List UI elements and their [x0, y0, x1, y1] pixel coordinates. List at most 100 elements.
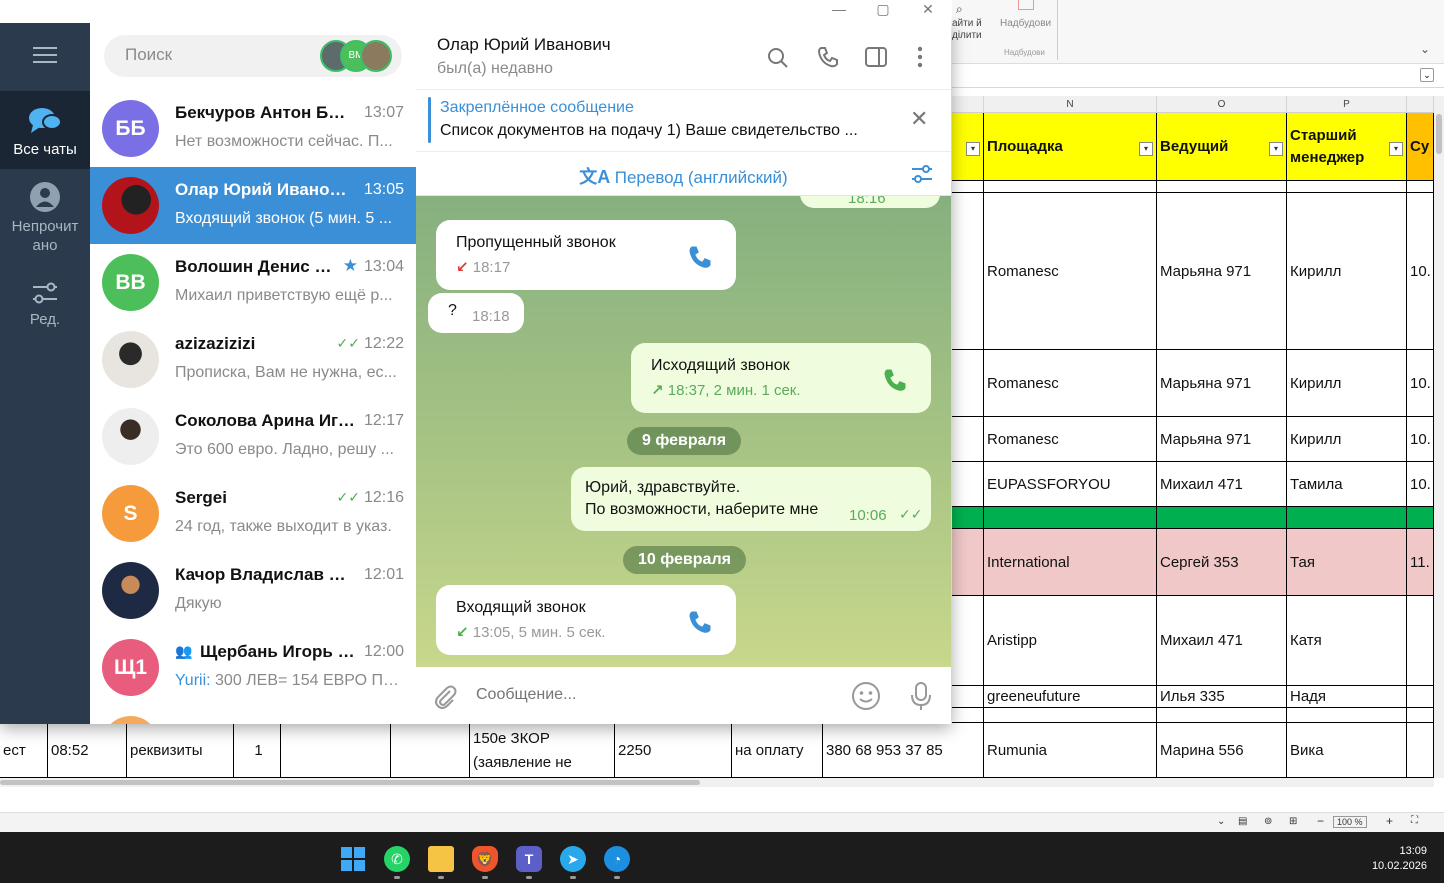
more-icon[interactable] [914, 45, 926, 69]
message-input[interactable] [476, 683, 816, 707]
cell[interactable]: 5000 ... 150е ЗКОР (заявление не [470, 723, 615, 778]
brave-icon[interactable]: 🦁 [472, 846, 498, 872]
message-bubble[interactable]: Юрий, здравствуйте. По возможности, набе… [571, 467, 931, 531]
microphone-icon[interactable] [910, 681, 932, 711]
find-select-icon[interactable]: ⌕ [956, 2, 963, 17]
cell-date[interactable] [1407, 596, 1434, 686]
page-break-icon[interactable]: ⊞ [1289, 816, 1297, 827]
cell-manager[interactable]: Надя [1287, 686, 1407, 708]
chat-item[interactable]: Соколова Арина Иго... 12:17 Это 600 евро… [90, 398, 416, 475]
cell-date[interactable]: 10. [1407, 193, 1434, 350]
folder-edit[interactable]: Ред. [0, 273, 90, 343]
stories-avatars[interactable]: ВМ [320, 39, 396, 73]
column-header-o[interactable]: O [1157, 96, 1287, 113]
windows-start-icon[interactable] [340, 846, 366, 872]
cell-host[interactable]: Илья 335 [1157, 686, 1287, 708]
filter-icon[interactable]: ▾ [1389, 142, 1403, 156]
formula-expand-icon[interactable]: ⌄ [1420, 68, 1434, 82]
cell[interactable]: Марина 556 [1157, 723, 1287, 778]
close-pinned-icon[interactable]: ✕ [910, 106, 928, 132]
cell-manager[interactable]: Кирилл [1287, 417, 1407, 462]
cell-platform[interactable]: International [984, 529, 1157, 596]
cell[interactable]: 08:52 [48, 723, 127, 778]
translate-label[interactable]: Перевод (английский) [615, 168, 788, 187]
cell-platform[interactable]: Romanesc [984, 193, 1157, 350]
cell[interactable]: на оплату [732, 723, 823, 778]
column-header[interactable] [1407, 96, 1434, 113]
cell-manager[interactable]: Тамила [1287, 462, 1407, 507]
chat-item[interactable]: ББ Бекчуров Антон Бор... 13:07 Нет возмо… [90, 90, 416, 167]
cell-date[interactable]: 11. [1407, 529, 1434, 596]
sidebar-toggle-icon[interactable] [864, 46, 888, 68]
folder-unread[interactable]: Непрочит ано [0, 173, 90, 263]
translate-settings-icon[interactable] [910, 164, 934, 184]
cell[interactable]: 380 68 953 37 85 [823, 723, 984, 778]
page-layout-icon[interactable]: ⊚ [1264, 816, 1272, 827]
conversation-header[interactable]: Олар Юрий Иванович был(а) недавно [416, 23, 951, 90]
message-bubble[interactable]: ? 18:18 [428, 293, 524, 333]
phone-icon[interactable] [816, 45, 840, 69]
cell-platform[interactable]: greeneufuture [984, 686, 1157, 708]
column-header-p[interactable]: P [1287, 96, 1407, 113]
cell-manager[interactable]: Тая [1287, 529, 1407, 596]
filter-icon[interactable]: ▾ [1269, 142, 1283, 156]
chat-item[interactable]: Качор Владислав Ол... 12:01 Дякую [90, 552, 416, 629]
emoji-icon[interactable] [851, 681, 881, 711]
translate-bar[interactable]: 文A Перевод (английский) [416, 152, 951, 196]
cell-manager[interactable]: Кирилл [1287, 350, 1407, 417]
cell-platform[interactable]: Romanesc [984, 350, 1157, 417]
zoom-in-icon[interactable]: + [1386, 814, 1393, 828]
call-back-icon[interactable] [686, 608, 714, 636]
scroll-thumb[interactable] [0, 780, 700, 785]
whatsapp-icon[interactable]: ✆ [384, 846, 410, 872]
menu-icon[interactable] [33, 47, 57, 63]
telegram-lite-icon[interactable]: ◔ [604, 846, 630, 872]
cell-host[interactable]: Михаил 471 [1157, 462, 1287, 507]
filter-icon[interactable]: ▾ [966, 142, 980, 156]
scroll-thumb[interactable] [1436, 114, 1442, 154]
conversation-title[interactable]: Олар Юрий Иванович [437, 35, 611, 55]
maximize-button[interactable]: ▢ [861, 0, 905, 22]
cell-host[interactable]: Марьяна 971 [1157, 350, 1287, 417]
column-header[interactable] [952, 96, 984, 113]
chat-item[interactable]: azizazizizi ✓✓ 12:22 Прописка, Вам не ну… [90, 321, 416, 398]
cell[interactable]: Вика [1287, 723, 1407, 778]
teams-icon[interactable]: T [516, 846, 542, 872]
addins-icon[interactable] [1018, 0, 1034, 10]
addins-button[interactable]: Надбудови [1000, 18, 1051, 29]
cell[interactable] [391, 723, 470, 778]
minimize-button[interactable]: — [817, 0, 861, 22]
chat-item[interactable] [90, 706, 416, 724]
zoom-level[interactable]: 100 % [1333, 816, 1367, 828]
cell[interactable]: 1 [234, 723, 281, 778]
cell-date[interactable] [1407, 686, 1434, 708]
cell-date[interactable]: 10. [1407, 350, 1434, 417]
call-message[interactable]: Пропущенный звонок ↙ 18:17 [436, 220, 736, 290]
cell-platform[interactable]: Aristipp [984, 596, 1157, 686]
cell-date[interactable]: 10. [1407, 462, 1434, 507]
call-back-icon[interactable] [686, 243, 714, 271]
telegram-icon[interactable]: ➤ [560, 846, 586, 872]
cell[interactable] [281, 723, 391, 778]
cell-manager[interactable]: Кирилл [1287, 193, 1407, 350]
vertical-scrollbar[interactable] [1434, 96, 1444, 778]
chat-item[interactable]: S Sergei ✓✓ 12:16 24 год, также выходит … [90, 475, 416, 552]
chat-item[interactable]: Щ1 👥 Щербань Игорь В... 12:00 Yurii: 300… [90, 629, 416, 706]
find-label[interactable]: айти й [952, 18, 982, 30]
message-area[interactable]: 18:16 Пропущенный звонок ↙ 18:17 ? 18:18… [416, 196, 951, 667]
cell[interactable]: 2250 [615, 723, 732, 778]
call-message[interactable]: Входящий звонок ↙ 13:05, 5 мин. 5 сек. [436, 585, 736, 655]
cell-host[interactable]: Михаил 471 [1157, 596, 1287, 686]
ribbon-collapse-icon[interactable]: ⌄ [1420, 42, 1430, 56]
close-button[interactable]: ✕ [906, 0, 950, 22]
chat-item[interactable]: Олар Юрий Иванович 13:05 Входящий звонок… [90, 167, 416, 244]
message-bubble[interactable]: 18:16 [800, 196, 940, 208]
cell-manager[interactable]: Катя [1287, 596, 1407, 686]
select-label[interactable]: ділити [952, 30, 982, 42]
search-icon[interactable] [766, 46, 790, 70]
horizontal-scrollbar[interactable] [0, 778, 1434, 787]
cell[interactable]: ест [0, 723, 48, 778]
cell-host[interactable]: Марьяна 971 [1157, 417, 1287, 462]
chat-item[interactable]: ВВ Волошин Денис В... ★ 13:04 Михаил при… [90, 244, 416, 321]
chevron-down-icon[interactable]: ⌄ [1217, 816, 1225, 827]
